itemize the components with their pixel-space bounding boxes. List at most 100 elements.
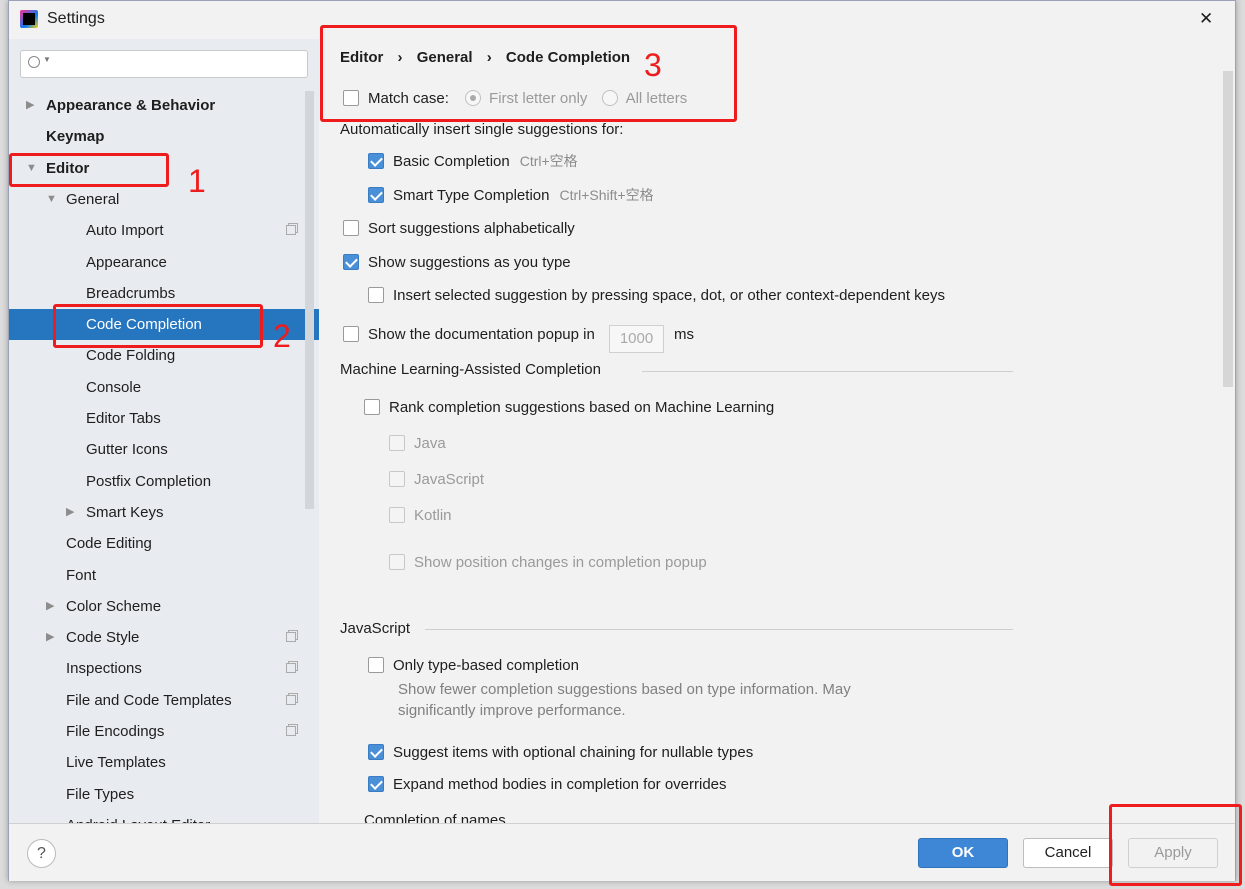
search-icon (28, 56, 40, 68)
type-based-desc: significantly improve performance. (398, 702, 626, 719)
cancel-button[interactable]: Cancel (1023, 838, 1113, 868)
collapsed-arrow-icon[interactable]: ▶ (46, 591, 54, 622)
javascript-checkbox[interactable] (389, 471, 405, 487)
settings-dialog: Settings ✕ ▼ ▶ Appearance & Behavior Keyma… (8, 0, 1236, 881)
tree-item[interactable]: Font (9, 560, 319, 591)
ml-rank-label: Rank completion suggestions based on Mac… (389, 399, 775, 416)
annotation-box (53, 304, 263, 348)
project-settings-icon (286, 726, 296, 736)
tree-item[interactable]: ▼ General (9, 184, 319, 215)
ml-rank-checkbox[interactable] (364, 399, 380, 415)
tree-item-label: Editor Tabs (86, 410, 161, 427)
js-section-title: JavaScript (340, 620, 411, 637)
basic-completion-row: Basic Completion Ctrl+空格 (368, 151, 578, 171)
tree-item[interactable]: ▶ Smart Keys (9, 497, 319, 528)
names-section-title: Completion of names (364, 812, 506, 823)
ml-position-row: Show position changes in completion popu… (389, 553, 707, 573)
position-changes-label: Show position changes in completion popu… (414, 554, 707, 571)
tree-item-label: Gutter Icons (86, 441, 168, 459)
annotation-number: 3 (644, 47, 662, 83)
java-checkbox[interactable] (389, 435, 405, 451)
help-button[interactable]: ? (27, 839, 56, 868)
project-settings-icon (286, 225, 296, 236)
ml-section-title: Machine Learning-Assisted Completion (340, 361, 601, 378)
tree-item-label: Inspections (66, 660, 142, 678)
collapsed-arrow-icon[interactable]: ▶ (46, 622, 54, 653)
type-based-checkbox[interactable] (368, 657, 384, 673)
tree-item[interactable]: File Encodings (9, 716, 319, 747)
tree-item-label: Postfix Completion (86, 472, 212, 490)
expanded-arrow-icon[interactable]: ▼ (46, 184, 57, 215)
project-settings-icon (286, 663, 296, 674)
tree-item[interactable]: Postfix Completion (9, 466, 319, 497)
annotation-number: 2 (273, 318, 291, 354)
project-settings-icon (286, 694, 296, 705)
tree-item[interactable]: File Types (9, 779, 319, 810)
ml-rank-row: Rank completion suggestions based on Mac… (364, 398, 774, 418)
tree-item[interactable]: Appearance (9, 247, 319, 278)
shortcut-hint: Ctrl+空格 (519, 153, 578, 169)
tree-item-label: Color Scheme (66, 597, 162, 615)
insert-selected-row: Insert selected suggestion by pressing s… (368, 286, 945, 306)
tree-item[interactable]: Console (9, 372, 319, 403)
tree-item[interactable]: Auto Import (9, 215, 319, 246)
button-bar: ? OK Cancel Apply (9, 823, 1235, 881)
doc-popup-checkbox[interactable] (343, 326, 359, 342)
intellij-logo-icon (20, 10, 38, 28)
position-changes-checkbox[interactable] (389, 554, 405, 570)
tree-item[interactable]: Keymap (9, 121, 319, 152)
tree-item-label: Auto Import (86, 222, 164, 240)
tree-item[interactable]: ▶ Code Style (9, 622, 319, 653)
tree-item[interactable]: Editor Tabs (9, 403, 319, 434)
tree-item[interactable]: File and Code Templates (9, 685, 319, 716)
collapsed-arrow-icon[interactable]: ▶ (66, 497, 74, 528)
tree-item-label: General (66, 190, 120, 208)
tree-item[interactable]: Inspections (9, 653, 319, 684)
tree-item-label: Live Templates (66, 754, 166, 772)
ok-button[interactable]: OK (918, 838, 1008, 868)
expand-bodies-checkbox[interactable] (368, 776, 384, 792)
divider (425, 629, 1013, 630)
collapsed-arrow-icon[interactable]: ▶ (26, 90, 34, 121)
sort-checkbox[interactable] (343, 220, 359, 236)
tree-item-label: Appearance (86, 253, 167, 271)
type-based-label: Only type-based completion (393, 657, 579, 674)
smart-completion-checkbox[interactable] (368, 187, 384, 203)
tree-item-label: Keymap (46, 128, 105, 146)
doc-popup-row: Show the documentation popup in 1000 ms (343, 325, 694, 353)
optional-chaining-checkbox[interactable] (368, 744, 384, 760)
project-settings-icon (286, 632, 296, 643)
shortcut-hint: Ctrl+Shift+空格 (559, 187, 654, 203)
show-as-type-label: Show suggestions as you type (368, 254, 571, 271)
tree-item-label: Appearance & Behavior (46, 97, 216, 114)
tree-item[interactable]: ▶ Appearance & Behavior (9, 90, 319, 121)
chevron-down-icon: ▼ (43, 55, 51, 64)
sort-row: Sort suggestions alphabetically (343, 219, 575, 239)
java-label: Java (414, 435, 446, 452)
close-icon[interactable]: ✕ (1199, 9, 1213, 29)
insert-selected-checkbox[interactable] (368, 287, 384, 303)
tree-item[interactable]: Android Layout Editor (9, 810, 319, 823)
search-input[interactable]: ▼ (20, 50, 308, 78)
tree-item-label: Console (86, 378, 142, 396)
doc-popup-label: Show the documentation popup in (368, 326, 595, 343)
code-completion-panel: Editor › General › Code Completion Match… (319, 39, 1235, 823)
basic-completion-label: Basic Completion (393, 153, 510, 170)
kotlin-checkbox[interactable] (389, 507, 405, 523)
tree-item[interactable]: ▶ Color Scheme (9, 591, 319, 622)
kotlin-label: Kotlin (414, 507, 452, 524)
basic-completion-checkbox[interactable] (368, 153, 384, 169)
ml-kotlin-row: Kotlin (389, 506, 452, 526)
tree-item[interactable]: Code Editing (9, 528, 319, 559)
tree-item-label: File Encodings (66, 723, 165, 740)
tree-item[interactable]: Gutter Icons (9, 434, 319, 465)
tree-scrollbar[interactable] (305, 91, 314, 509)
expand-bodies-label: Expand method bodies in completion for o… (393, 776, 727, 793)
show-as-type-checkbox[interactable] (343, 254, 359, 270)
doc-popup-delay-input[interactable]: 1000 (609, 325, 665, 353)
annotation-box (9, 153, 169, 187)
tree-item[interactable]: Live Templates (9, 747, 319, 778)
ml-java-row: Java (389, 434, 446, 454)
smart-completion-label: Smart Type Completion (393, 187, 550, 204)
content-scrollbar[interactable] (1223, 71, 1233, 387)
